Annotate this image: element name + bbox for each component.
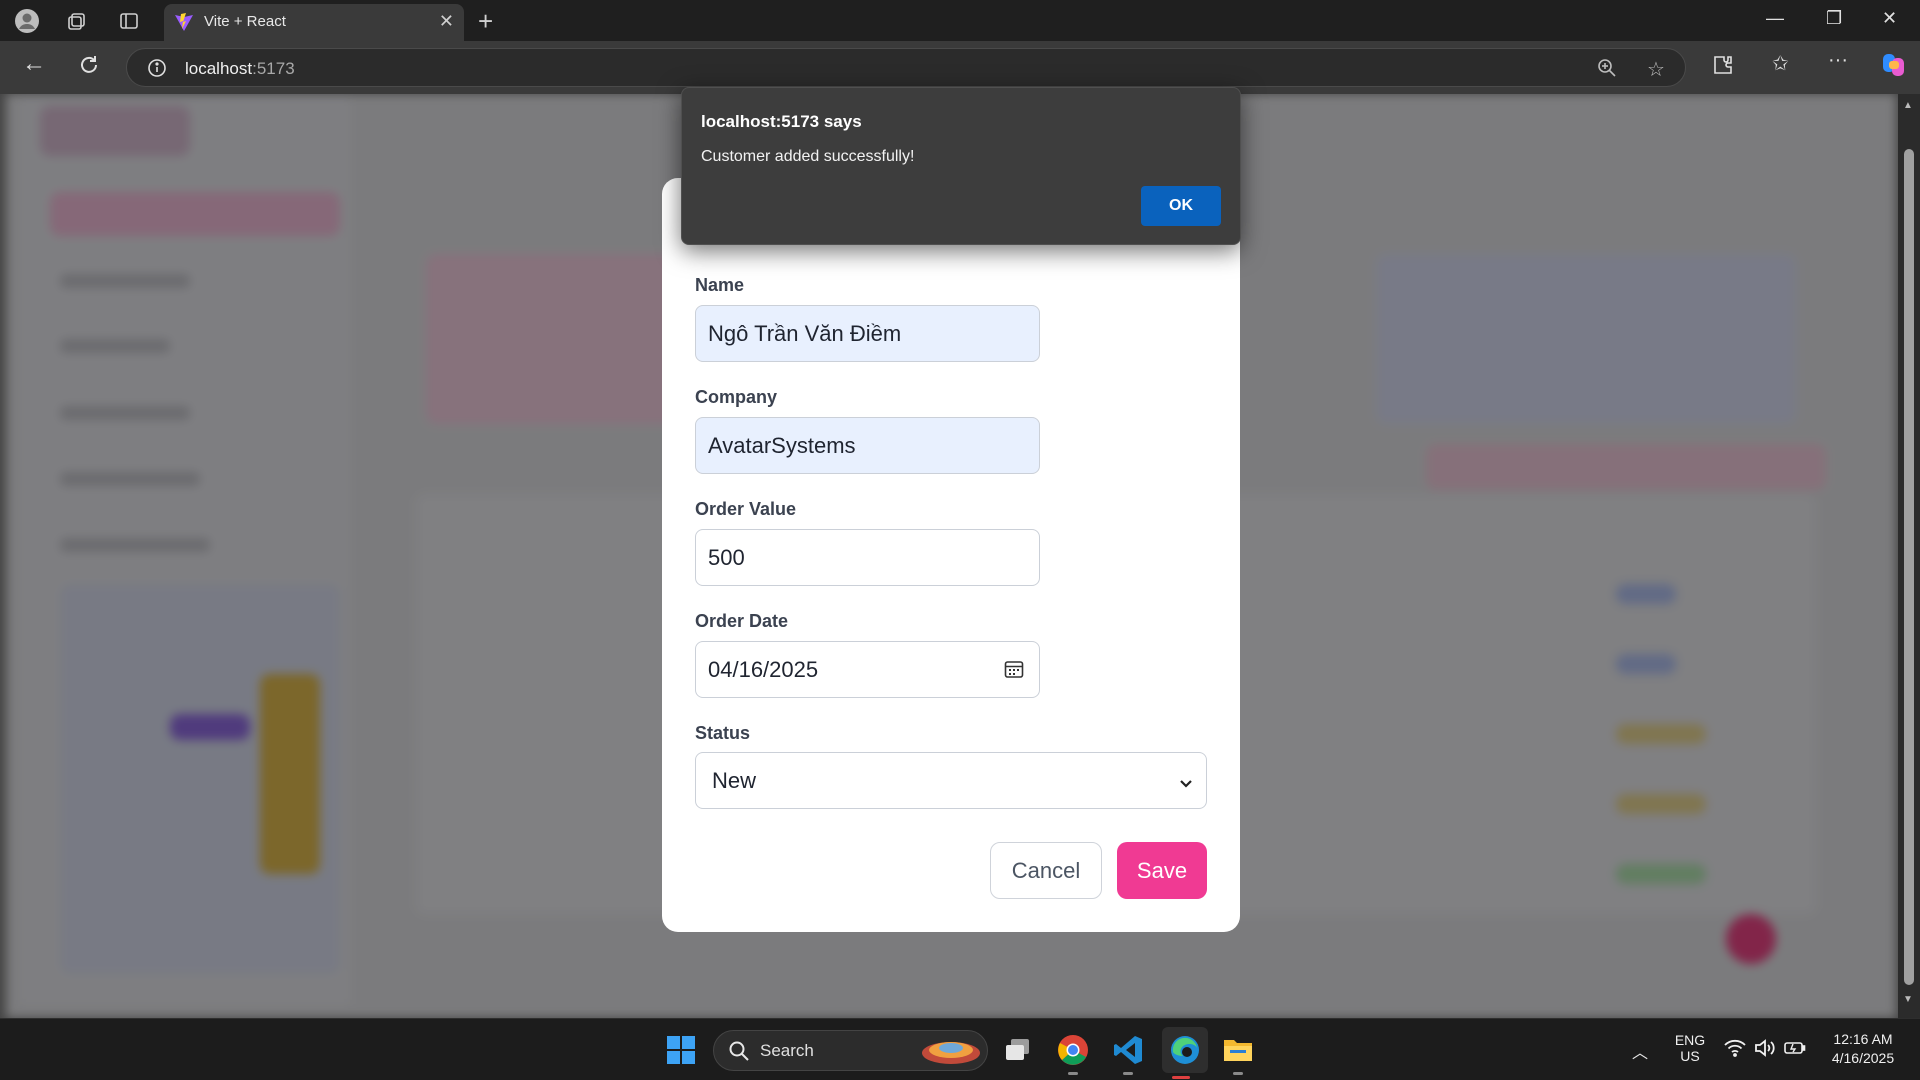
language-indicator[interactable]: ENG US bbox=[1672, 1032, 1708, 1064]
name-input-value: Ngô Trần Văn Điềm bbox=[708, 320, 902, 346]
taskbar-search[interactable]: Search bbox=[713, 1030, 988, 1071]
browser-tab-bar: Vite + React ✕ + — ❐ ✕ bbox=[0, 0, 1920, 41]
order-value-input-value: 500 bbox=[708, 544, 745, 570]
url-text: localhost:5173 bbox=[185, 59, 295, 78]
order-value-input[interactable]: 500 bbox=[695, 529, 1040, 586]
alert-ok-button[interactable]: OK bbox=[1141, 186, 1221, 226]
favorite-star-icon[interactable]: ☆ bbox=[1647, 57, 1665, 82]
edge-app-icon[interactable] bbox=[1162, 1027, 1208, 1079]
new-tab-icon[interactable]: + bbox=[478, 6, 493, 37]
company-label: Company bbox=[695, 387, 778, 407]
order-date-input-value: 04/16/2025 bbox=[708, 656, 819, 682]
windows-taskbar: Search ︿ ENG US 12:16 AM 4/16/2025 bbox=[0, 1018, 1920, 1080]
language-primary: ENG bbox=[1674, 1032, 1706, 1048]
address-bar[interactable]: localhost:5173 ☆ bbox=[126, 48, 1686, 87]
order-date-input[interactable]: 04/16/2025 bbox=[695, 641, 1040, 698]
wifi-icon[interactable] bbox=[1724, 1039, 1746, 1062]
battery-icon[interactable] bbox=[1784, 1040, 1806, 1061]
company-input-value: AvatarSystems bbox=[708, 432, 856, 458]
add-customer-modal: Name Ngô Trần Văn Điềm Company AvatarSys… bbox=[662, 178, 1240, 932]
favorites-icon[interactable]: ✩ bbox=[1772, 51, 1789, 76]
order-value-label: Order Value bbox=[695, 499, 797, 519]
save-button[interactable]: Save bbox=[1117, 842, 1207, 899]
copilot-icon[interactable] bbox=[1880, 51, 1908, 84]
cancel-button[interactable]: Cancel bbox=[990, 842, 1102, 899]
active-tab[interactable]: Vite + React ✕ bbox=[164, 4, 464, 41]
status-select-value: New bbox=[712, 767, 757, 793]
close-tab-icon[interactable]: ✕ bbox=[439, 11, 454, 32]
zoom-icon[interactable] bbox=[1597, 58, 1617, 83]
order-date-label: Order Date bbox=[695, 611, 789, 631]
extensions-icon[interactable] bbox=[1712, 54, 1734, 81]
alert-dialog: localhost:5173 says Customer added succe… bbox=[681, 87, 1241, 245]
language-secondary: US bbox=[1680, 1048, 1700, 1064]
search-highlight-icon bbox=[920, 1036, 982, 1071]
search-icon bbox=[728, 1040, 750, 1067]
clock-date: 4/16/2025 bbox=[1831, 1050, 1895, 1066]
name-input[interactable]: Ngô Trần Văn Điềm bbox=[695, 305, 1040, 362]
vite-logo-icon bbox=[174, 12, 194, 37]
tab-title: Vite + React bbox=[204, 13, 286, 30]
vertical-tabs-icon[interactable] bbox=[116, 8, 142, 34]
chrome-app-icon[interactable] bbox=[1054, 1031, 1092, 1075]
task-view-icon[interactable] bbox=[999, 1031, 1037, 1069]
minimize-icon[interactable]: — bbox=[1766, 8, 1784, 29]
alert-message: Customer added successfully! bbox=[701, 148, 915, 165]
close-window-icon[interactable]: ✕ bbox=[1882, 8, 1897, 29]
back-icon[interactable]: ← bbox=[22, 50, 46, 78]
page-scrollbar[interactable]: ▲ ▼ bbox=[1898, 94, 1920, 1018]
company-input[interactable]: AvatarSystems bbox=[695, 417, 1040, 474]
volume-icon[interactable] bbox=[1754, 1038, 1776, 1063]
start-windows-icon[interactable] bbox=[662, 1031, 700, 1069]
search-label: Search bbox=[760, 1041, 814, 1060]
more-menu-icon[interactable]: ··· bbox=[1828, 49, 1848, 72]
workspaces-icon[interactable] bbox=[64, 8, 90, 34]
alert-title: localhost:5173 says bbox=[701, 112, 862, 131]
status-select[interactable]: New bbox=[695, 752, 1207, 809]
tray-overflow-chevron-icon[interactable]: ︿ bbox=[1632, 1039, 1648, 1063]
restore-icon[interactable]: ❐ bbox=[1826, 8, 1842, 29]
file-explorer-icon[interactable] bbox=[1219, 1031, 1257, 1075]
status-label: Status bbox=[695, 723, 751, 743]
clock[interactable]: 12:16 AM 4/16/2025 bbox=[1822, 1031, 1904, 1066]
vscode-app-icon[interactable] bbox=[1109, 1031, 1147, 1075]
clock-time: 12:16 AM bbox=[1833, 1031, 1893, 1047]
chevron-down-icon bbox=[1178, 771, 1194, 797]
calendar-icon[interactable] bbox=[1003, 658, 1025, 686]
reload-icon[interactable] bbox=[78, 54, 100, 81]
scrollbar-thumb[interactable] bbox=[1904, 149, 1914, 985]
profile-icon[interactable] bbox=[14, 8, 40, 34]
name-label: Name bbox=[695, 275, 745, 295]
site-info-icon[interactable] bbox=[147, 58, 167, 83]
